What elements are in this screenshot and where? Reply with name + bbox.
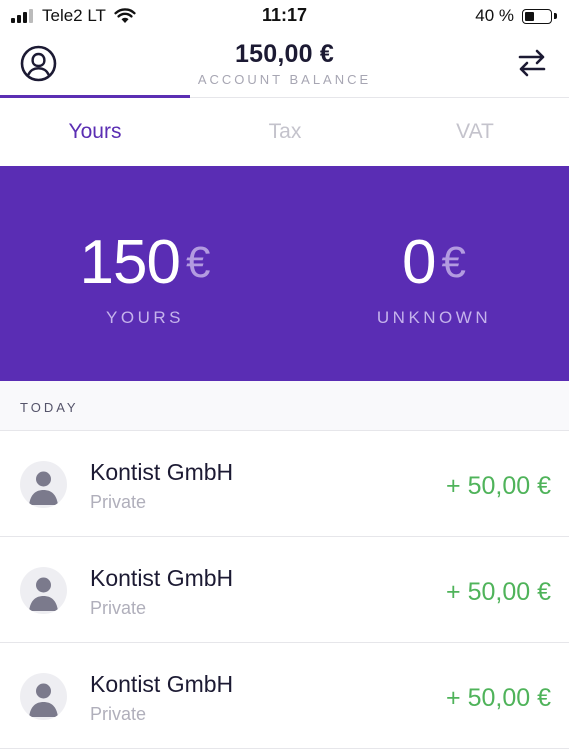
transfer-arrows-icon[interactable]	[517, 48, 547, 78]
battery-icon	[522, 8, 552, 24]
yours-label: YOURS	[106, 308, 184, 327]
transaction-list: Kontist GmbH Private + 50,00 € Kontist G…	[0, 431, 569, 749]
transaction-category: Private	[90, 492, 147, 512]
transaction-name: Kontist GmbH	[90, 565, 234, 591]
transaction-amount: + 50,00 €	[446, 578, 551, 606]
transaction-row[interactable]: Kontist GmbH Private + 50,00 €	[0, 431, 569, 537]
person-placeholder-icon	[20, 673, 67, 720]
app-header: 150,00 € ACCOUNT BALANCE	[0, 34, 569, 98]
account-balance-label: ACCOUNT BALANCE	[197, 72, 372, 87]
yours-value: 150	[79, 228, 181, 297]
status-bar: Tele2 LT 11:17 40 %	[0, 0, 569, 34]
transaction-category: Private	[90, 704, 147, 724]
account-balance-amount: 150,00 €	[235, 40, 334, 68]
person-placeholder-icon	[20, 567, 67, 614]
transaction-amount: + 50,00 €	[446, 684, 551, 712]
yours-currency: €	[185, 238, 211, 287]
transaction-name: Kontist GmbH	[90, 671, 234, 697]
tab-vat[interactable]: VAT	[380, 120, 569, 144]
unknown-label: UNKNOWN	[376, 308, 492, 327]
battery-percentage: 40 %	[475, 6, 514, 25]
unknown-value: 0	[402, 228, 436, 297]
transaction-row[interactable]: Kontist GmbH Private + 50,00 €	[0, 643, 569, 749]
balance-summary-panel: 150 € YOURS 0 € UNKNOWN	[0, 166, 569, 381]
transaction-amount: + 50,00 €	[446, 472, 551, 500]
unknown-currency: €	[441, 238, 466, 287]
tab-tax[interactable]: Tax	[190, 120, 380, 144]
tab-yours[interactable]: Yours	[0, 120, 190, 144]
transaction-category: Private	[90, 598, 147, 618]
unknown-summary: 0 € UNKNOWN	[292, 232, 569, 328]
section-title: TODAY	[20, 400, 79, 415]
date-section-header: TODAY	[0, 381, 569, 431]
balance-tabs: Yours Tax VAT	[0, 98, 569, 166]
transaction-row[interactable]: Kontist GmbH Private + 50,00 €	[0, 537, 569, 643]
yours-summary: 150 € YOURS	[3, 232, 287, 328]
person-placeholder-icon	[20, 461, 67, 508]
transaction-name: Kontist GmbH	[90, 459, 234, 485]
